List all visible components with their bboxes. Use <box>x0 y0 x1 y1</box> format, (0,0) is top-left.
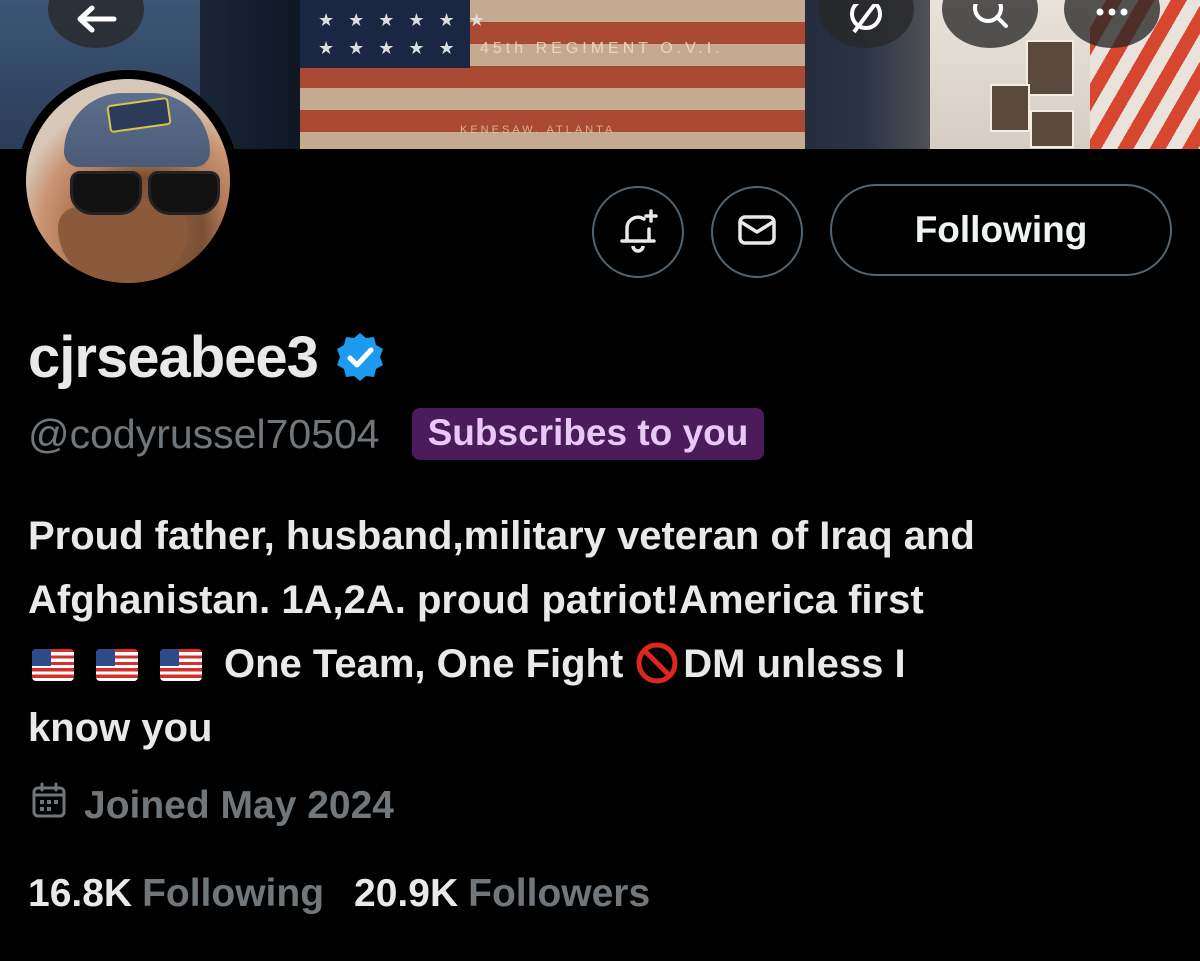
subscribes-badge: Subscribes to you <box>411 408 765 460</box>
envelope-icon <box>735 208 779 257</box>
exhibit-photo <box>1030 110 1074 148</box>
avatar-glasses <box>70 171 220 215</box>
avatar-beard <box>58 207 188 283</box>
following-count-link[interactable]: 16.8K Following <box>28 872 324 916</box>
search-icon <box>970 4 1010 34</box>
bio-line: Afghanistan. 1A,2A. proud patriot!Americ… <box>28 578 924 622</box>
username-handle: @codyrussel70504 <box>28 410 380 457</box>
joined-date-row: Joined May 2024 <box>30 778 394 834</box>
us-flag-icon <box>160 649 202 681</box>
followers-count: 20.9K <box>354 872 459 915</box>
bio-text: One Team, One Fight <box>224 642 624 686</box>
display-name: cjrseabee3 <box>28 324 319 390</box>
following-button[interactable]: Following <box>830 184 1172 276</box>
verified-badge-icon[interactable] <box>334 331 386 383</box>
followers-label: Followers <box>468 872 651 915</box>
exhibit-photo <box>1026 40 1074 96</box>
profile-bio: Proud father, husband,military veteran o… <box>28 504 1188 760</box>
following-label: Following <box>142 872 325 915</box>
follow-stats: 16.8K Following 20.9K Followers <box>28 864 650 924</box>
avatar-hat <box>64 93 210 167</box>
message-button[interactable] <box>711 186 803 278</box>
banner-flag-text: 45th REGIMENT O.V.I. <box>480 40 724 57</box>
bio-line: Proud father, husband,military veteran o… <box>28 514 975 558</box>
prohibited-icon <box>635 640 679 684</box>
calendar-icon <box>30 782 84 830</box>
exhibit-photo <box>990 84 1030 132</box>
grok-button[interactable] <box>818 0 914 48</box>
arrow-left-icon <box>74 4 118 34</box>
handle-row: @codyrussel70504 Subscribes to you <box>28 404 765 464</box>
bio-text: DM unless I <box>683 642 906 686</box>
joined-date-text: Joined May 2024 <box>84 784 394 827</box>
banner-flag-canton: ★★★★★★ ★★★★★ <box>300 0 485 68</box>
following-count: 16.8K <box>28 872 133 915</box>
bio-line: know you <box>28 706 213 750</box>
grok-icon <box>846 4 886 34</box>
banner-flag-subtext: KENESAW. ATLANTA <box>460 124 616 136</box>
avatar-image <box>26 79 230 283</box>
followers-count-link[interactable]: 20.9K Followers <box>354 872 650 916</box>
display-name-row: cjrseabee3 <box>28 322 386 392</box>
bio-line: One Team, One Fight DM unless I <box>28 632 1188 696</box>
us-flag-icon <box>96 649 138 681</box>
notifications-button[interactable] <box>592 186 684 278</box>
us-flag-icon <box>32 649 74 681</box>
avatar[interactable] <box>17 70 239 292</box>
more-icon <box>1092 4 1132 34</box>
bell-plus-icon <box>615 207 661 258</box>
